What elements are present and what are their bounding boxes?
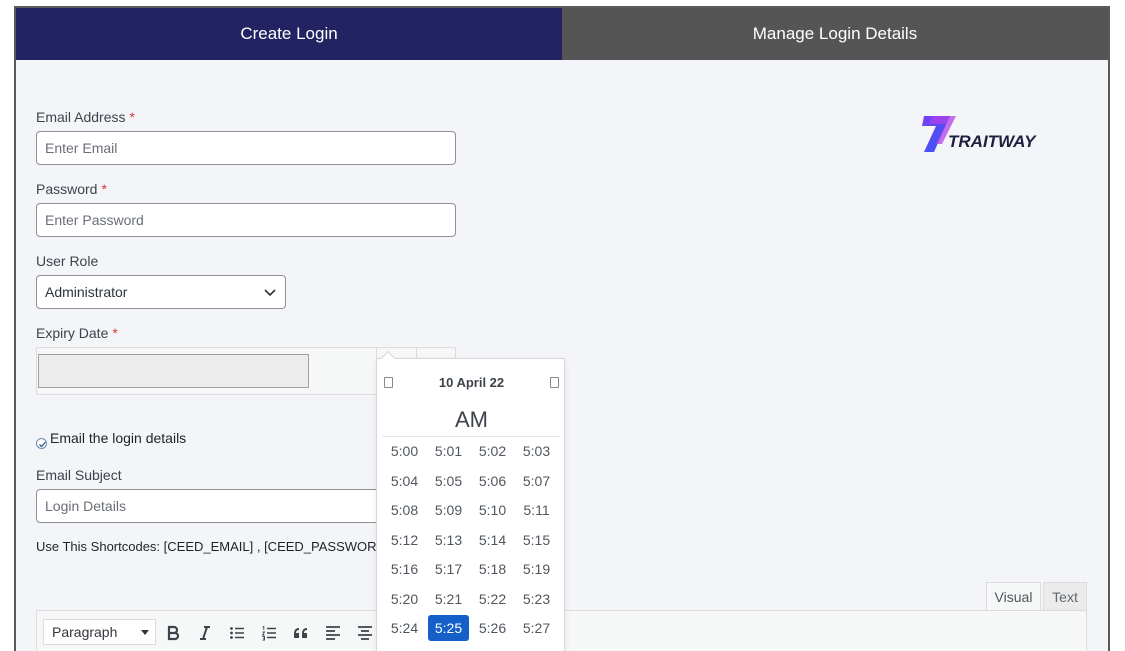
svg-text:TRAITWAY: TRAITWAY xyxy=(948,132,1037,151)
role-select-value: Administrator xyxy=(45,284,128,300)
time-option[interactable]: 5:10 xyxy=(472,497,513,523)
time-option[interactable]: 5:16 xyxy=(384,556,425,582)
time-option[interactable]: 5:26 xyxy=(472,615,513,641)
time-option[interactable]: 5:24 xyxy=(384,615,425,641)
bold-icon[interactable] xyxy=(161,621,185,645)
blockquote-icon[interactable] xyxy=(289,621,313,645)
editor-visual-tab[interactable]: Visual xyxy=(986,582,1041,612)
traitway-logo: TRAITWAY xyxy=(920,114,1062,154)
role-label: User Role xyxy=(36,253,99,269)
expiry-label: Expiry Date * xyxy=(36,325,118,341)
time-option[interactable]: 5:12 xyxy=(384,527,425,553)
time-option[interactable]: 5:17 xyxy=(428,556,469,582)
time-option[interactable]: 5:25 xyxy=(428,615,469,641)
time-option[interactable]: 5:06 xyxy=(472,468,513,494)
time-option[interactable]: 5:03 xyxy=(516,438,557,464)
checkmark-icon xyxy=(39,441,46,448)
time-option[interactable]: 5:14 xyxy=(472,527,513,553)
time-option[interactable]: 5:23 xyxy=(516,586,557,612)
email-input[interactable] xyxy=(36,131,456,165)
time-option[interactable]: 5:07 xyxy=(516,468,557,494)
italic-icon[interactable] xyxy=(193,621,217,645)
caret-down-icon xyxy=(141,630,149,635)
next-icon[interactable] xyxy=(550,377,559,388)
time-option[interactable]: 5:05 xyxy=(428,468,469,494)
tab-bar: Create Login Manage Login Details xyxy=(16,8,1108,60)
time-option[interactable]: 5:13 xyxy=(428,527,469,553)
time-option[interactable]: 5:18 xyxy=(472,556,513,582)
time-option[interactable]: 5:02 xyxy=(472,438,513,464)
time-option[interactable]: 5:19 xyxy=(516,556,557,582)
time-option[interactable]: 5:27 xyxy=(516,615,557,641)
time-option[interactable]: 5:09 xyxy=(428,497,469,523)
email-login-label: Email the login details xyxy=(50,430,187,446)
prev-icon[interactable] xyxy=(384,377,393,388)
paragraph-format-select[interactable]: Paragraph xyxy=(43,619,156,645)
time-option[interactable]: 5:21 xyxy=(428,586,469,612)
subject-label: Email Subject xyxy=(36,467,122,483)
shortcodes-hint: Use This Shortcodes: [CEED_EMAIL] , [CEE… xyxy=(36,539,377,554)
picker-divider xyxy=(382,436,560,437)
paragraph-format-value: Paragraph xyxy=(52,624,118,640)
align-center-icon[interactable] xyxy=(353,621,377,645)
chevron-down-icon xyxy=(264,289,276,297)
time-option[interactable]: 5:01 xyxy=(428,438,469,464)
time-option[interactable]: 5:00 xyxy=(384,438,425,464)
picker-date: 10 April 22 xyxy=(438,375,505,390)
picker-ampm[interactable]: AM xyxy=(377,407,566,433)
time-option[interactable]: 5:20 xyxy=(384,586,425,612)
time-option[interactable]: 5:15 xyxy=(516,527,557,553)
time-picker-popup: 10 April 22 AM 5:00 5:01 5:02 5:03 5:04 5:05 5… xyxy=(376,350,566,651)
time-option[interactable]: 5:04 xyxy=(384,468,425,494)
password-label: Password * xyxy=(36,181,107,197)
email-label: Email Address * xyxy=(36,109,135,125)
expiry-date-input[interactable] xyxy=(38,354,309,388)
tab-create-login[interactable]: Create Login xyxy=(16,8,562,60)
role-select[interactable]: Administrator xyxy=(36,275,286,309)
editor-text-tab[interactable]: Text xyxy=(1043,582,1087,612)
align-left-icon[interactable] xyxy=(321,621,345,645)
email-login-checkbox[interactable] xyxy=(36,438,47,449)
tab-manage-login-details[interactable]: Manage Login Details xyxy=(562,8,1108,60)
numbered-list-icon[interactable] xyxy=(257,621,281,645)
password-input[interactable] xyxy=(36,203,456,237)
time-option[interactable]: 5:22 xyxy=(472,586,513,612)
time-option[interactable]: 5:08 xyxy=(384,497,425,523)
time-option[interactable]: 5:11 xyxy=(516,497,557,523)
bullet-list-icon[interactable] xyxy=(225,621,249,645)
